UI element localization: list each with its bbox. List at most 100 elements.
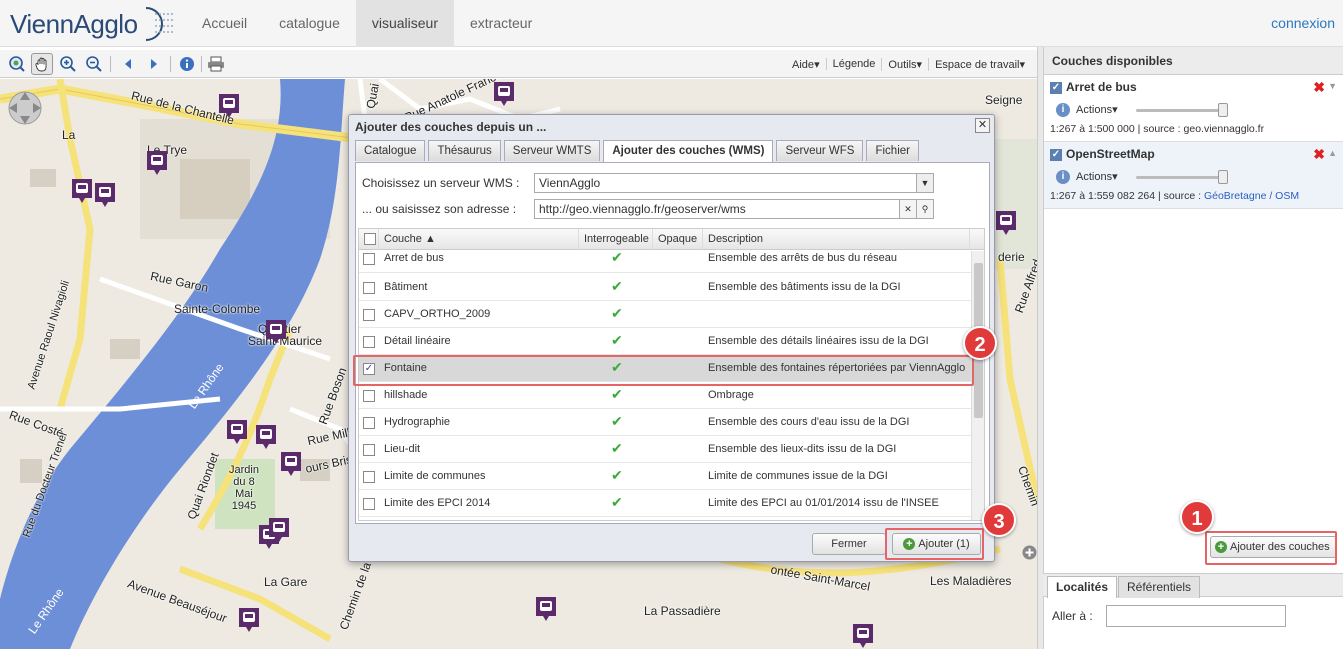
info-icon[interactable] [176,53,198,75]
dialog-tabs: Catalogue Thésaurus Serveur WMTS Ajouter… [355,140,922,162]
bus-stop-icon[interactable] [265,319,287,345]
layer-move-down-icon[interactable]: ▼ [1328,81,1337,91]
layer-info-icon[interactable]: i [1056,170,1070,184]
row-description: Ensemble des arrêts de bus du réseau [708,252,897,264]
row-description: Ensemble des bâtiments issu de la DGI [708,281,901,293]
tab-thesaurus[interactable]: Thésaurus [428,140,501,161]
layer-visibility-checkbox[interactable]: ✓ [1050,81,1062,94]
nav-extracteur[interactable]: extracteur [454,0,548,47]
address-input[interactable]: http://geo.viennagglo.fr/geoserver/wms ✕… [534,199,934,219]
layer-actions-menu[interactable]: Actions▾ [1076,103,1118,116]
tab-catalogue[interactable]: Catalogue [355,140,426,161]
layer-source-link[interactable]: GéoBretagne / OSM [1204,190,1299,202]
slider-knob[interactable] [1218,103,1228,117]
table-row[interactable]: Bâtiment ✔ Ensemble des bâtiments issu d… [359,274,971,301]
select-all-checkbox[interactable] [364,233,376,246]
close-button[interactable]: Fermer [812,533,886,555]
bus-stop-icon[interactable] [493,81,515,107]
menu-aide[interactable]: Aide▾ [786,58,826,71]
nav-visualiseur[interactable]: visualiseur [355,0,454,47]
table-row[interactable]: Détail linéaire ✔ Ensemble des détails l… [359,328,971,355]
tab-referentiels[interactable]: Référentiels [1118,576,1201,598]
add-layers-dialog: Ajouter des couches depuis un ... ✕ Cata… [348,114,995,562]
table-row[interactable]: Lieu-dit ✔ Ensemble des lieux-dits issu … [359,436,971,463]
remove-layer-icon[interactable]: ✖ [1313,146,1325,163]
bus-stop-icon[interactable] [71,178,93,204]
chevron-down-icon[interactable]: ▼ [916,174,933,192]
bus-stop-icon[interactable] [852,623,874,649]
pan-hand-icon[interactable] [31,53,53,75]
back-icon[interactable] [117,53,139,75]
bus-stop-icon[interactable] [280,451,302,477]
bus-stop-icon[interactable] [218,93,240,119]
table-row[interactable]: Limite des EPCI 2014 ✔ Limite des EPCI a… [359,490,971,517]
layer-move-up-icon[interactable]: ▲ [1328,148,1337,158]
zoom-extent-icon[interactable] [6,53,28,75]
menu-espace-de-travail[interactable]: Espace de travail▾ [928,57,1031,71]
column-interrogeable[interactable]: Interrogeable [579,229,653,250]
forward-icon[interactable] [143,53,165,75]
remove-layer-icon[interactable]: ✖ [1313,79,1325,96]
close-icon[interactable]: ✕ [975,118,990,133]
tab-ajouter-wms[interactable]: Ajouter des couches (WMS) [603,140,774,162]
layer-actions-menu[interactable]: Actions▾ [1076,170,1118,183]
goto-input[interactable] [1106,605,1286,627]
row-description: Limite des EPCI au 01/01/2014 issu de l'… [708,497,939,509]
print-icon[interactable] [205,53,227,75]
address-label: ... ou saisissez son adresse : [362,202,517,216]
layer-opacity-slider[interactable] [1136,103,1228,117]
expand-overview-icon[interactable] [1022,545,1037,560]
table-row[interactable]: Arret de bus ✔ Ensemble des arrêts de bu… [359,248,971,275]
tab-serveur-wmts[interactable]: Serveur WMTS [503,140,601,161]
map-toolbar: Aide▾ Légende Outils▾ Espace de travail▾ [0,50,1037,78]
bus-stop-icon[interactable] [255,424,277,450]
bus-stop-icon[interactable] [238,607,260,633]
row-checkbox[interactable] [363,439,375,466]
menu-outils[interactable]: Outils▾ [881,57,928,71]
tab-serveur-wfs[interactable]: Serveur WFS [776,140,864,161]
nav-accueil[interactable]: Accueil [186,0,263,47]
menu-legende[interactable]: Légende [825,58,882,70]
queryable-check-icon: ✔ [611,413,623,429]
tab-localites[interactable]: Localités [1047,576,1118,598]
grid-scrollbar[interactable] [971,251,984,520]
row-checkbox[interactable] [363,466,375,493]
layer-info-icon[interactable]: i [1056,103,1070,117]
bus-stop-icon[interactable] [995,210,1017,236]
layer-actions-label: Actions [1076,104,1113,116]
bus-stop-icon[interactable] [94,182,116,208]
table-row[interactable]: hillshade ✔ Ombrage [359,382,971,409]
layer-visibility-checkbox[interactable]: ✓ [1050,148,1062,161]
row-checkbox[interactable] [363,304,375,331]
row-checkbox[interactable] [363,331,375,358]
table-row[interactable]: CAPV_ORTHO_2009 ✔ [359,301,971,328]
layer-opacity-slider[interactable] [1136,170,1228,184]
table-row[interactable]: Limite de communes ✔ Limite de communes … [359,463,971,490]
table-row[interactable]: Hydrographie ✔ Ensemble des cours d'eau … [359,409,971,436]
nav-catalogue[interactable]: catalogue [263,0,356,47]
bus-stop-icon[interactable] [226,419,248,445]
bus-stop-icon[interactable] [146,150,168,176]
clear-icon[interactable]: ✕ [899,200,916,218]
bottom-tabs: Localités Référentiels [1043,573,1343,598]
select-all-header[interactable] [359,229,379,250]
bus-stop-icon[interactable] [535,596,557,622]
tab-fichier[interactable]: Fichier [866,140,919,161]
row-checkbox[interactable] [363,493,375,520]
layer-scale-source: 1:267 à 1:500 000 | source : geo.viennag… [1050,123,1265,135]
logo[interactable]: ViennAgglo [10,6,180,42]
row-checkbox[interactable] [363,248,375,275]
row-checkbox[interactable] [363,277,375,304]
zoom-in-icon[interactable] [57,53,79,75]
search-icon[interactable]: ⚲ [916,200,933,218]
zoom-out-icon[interactable] [83,53,105,75]
highlight-box-add-layers [1205,531,1337,565]
login-link[interactable]: connexion [1271,0,1335,47]
row-checkbox[interactable] [363,385,375,412]
row-checkbox[interactable] [363,412,375,439]
server-select[interactable]: ViennAgglo ▼ [534,173,934,193]
row-layer-name: Lieu-dit [384,443,421,455]
column-opaque[interactable]: Opaque [653,229,703,250]
slider-knob[interactable] [1218,170,1228,184]
bus-stop-icon[interactable] [268,517,290,543]
